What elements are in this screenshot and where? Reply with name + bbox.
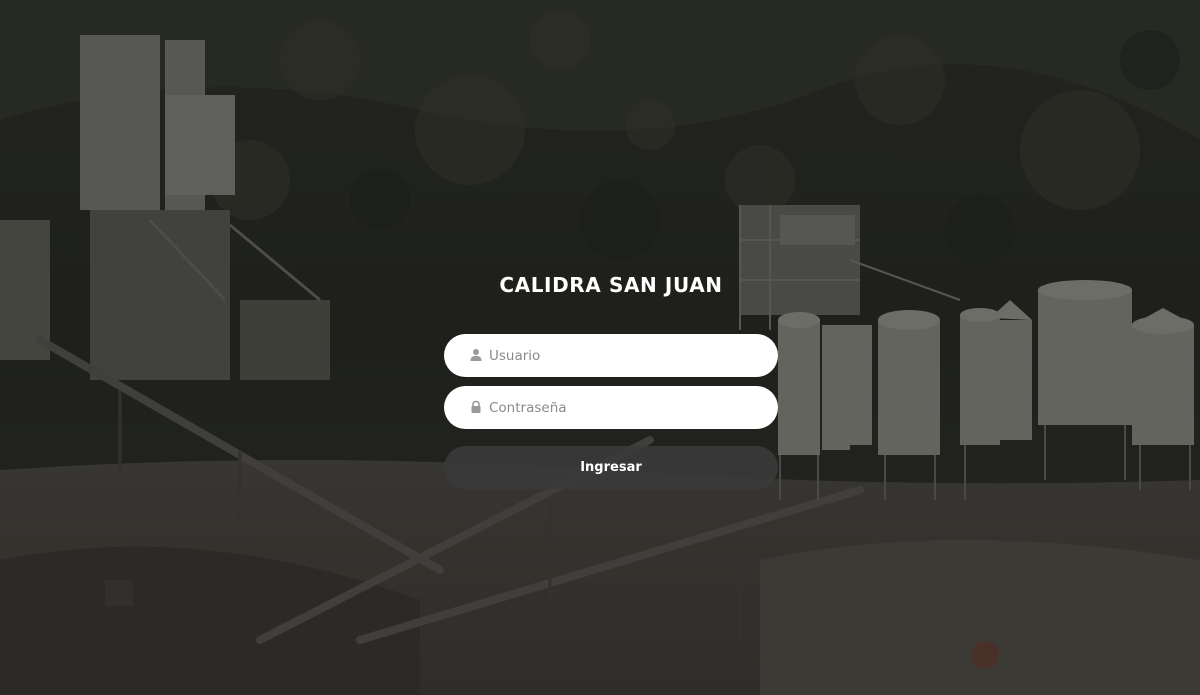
login-form: CALIDRA SAN JUAN Ingresar (444, 270, 778, 489)
password-input[interactable] (489, 386, 764, 429)
password-field[interactable] (444, 386, 778, 429)
user-icon (470, 349, 482, 361)
lock-icon (471, 400, 481, 413)
username-input[interactable] (489, 334, 764, 377)
username-field[interactable] (444, 334, 778, 377)
login-page: CALIDRA SAN JUAN Ingresar (0, 0, 1200, 695)
page-title: CALIDRA SAN JUAN (499, 273, 723, 297)
login-button[interactable]: Ingresar (444, 446, 778, 489)
